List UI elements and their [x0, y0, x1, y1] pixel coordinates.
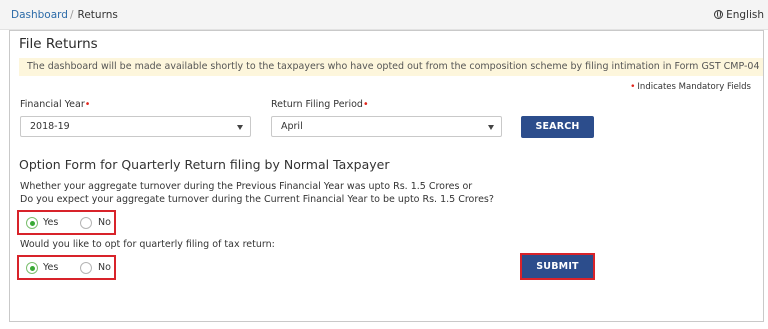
financial-year-value: 2018-19 — [30, 121, 70, 132]
globe-icon — [714, 10, 724, 19]
submit-highlight: SUBMIT — [520, 253, 595, 280]
file-returns-panel: File Returns The dashboard will be made … — [9, 30, 764, 322]
language-selector[interactable]: English — [714, 8, 764, 22]
chevron-down-icon — [237, 125, 243, 130]
option-form-heading: Option Form for Quarterly Return filing … — [19, 157, 390, 172]
notice-banner: The dashboard will be made available sho… — [19, 58, 764, 76]
submit-button[interactable]: SUBMIT — [523, 256, 592, 277]
return-period-select[interactable]: April — [271, 116, 502, 137]
mandatory-note: • Indicates Mandatory Fields — [630, 81, 751, 93]
question2-options: Yes No — [17, 255, 116, 280]
breadcrumb-dashboard-link[interactable]: Dashboard — [11, 9, 68, 21]
question1-yes-label[interactable]: Yes — [43, 217, 58, 229]
mandatory-mark: • — [630, 82, 636, 92]
notice-text: The dashboard will be made available sho… — [27, 61, 764, 72]
question2-yes-label[interactable]: Yes — [43, 262, 58, 274]
return-period-label: Return Filing Period• — [271, 99, 369, 110]
search-button[interactable]: SEARCH — [521, 116, 594, 138]
breadcrumb-separator: / — [69, 9, 74, 21]
financial-year-select[interactable]: 2018-19 — [20, 116, 251, 137]
question1-no-label[interactable]: No — [98, 217, 111, 229]
question2-no-label[interactable]: No — [98, 262, 111, 274]
question1-line1: Whether your aggregate turnover during t… — [20, 181, 473, 192]
mandatory-note-text: Indicates Mandatory Fields — [637, 82, 751, 92]
question1-yes-radio[interactable] — [26, 217, 38, 229]
question2-yes-radio[interactable] — [26, 262, 38, 274]
language-label: English — [726, 9, 764, 21]
question1-options: Yes No — [17, 210, 116, 235]
question2-no-radio[interactable] — [80, 262, 92, 274]
breadcrumb-current: Returns — [77, 9, 118, 21]
return-period-value: April — [281, 121, 303, 132]
breadcrumb: Dashboard / Returns — [11, 8, 118, 22]
top-bar: Dashboard / Returns English — [0, 0, 768, 30]
page-title: File Returns — [19, 36, 98, 52]
question1-no-radio[interactable] — [80, 217, 92, 229]
question1-line2: Do you expect your aggregate turnover du… — [20, 194, 494, 205]
financial-year-label: Financial Year• — [20, 99, 91, 110]
chevron-down-icon — [488, 125, 494, 130]
question2-text: Would you like to opt for quarterly fili… — [20, 239, 275, 250]
